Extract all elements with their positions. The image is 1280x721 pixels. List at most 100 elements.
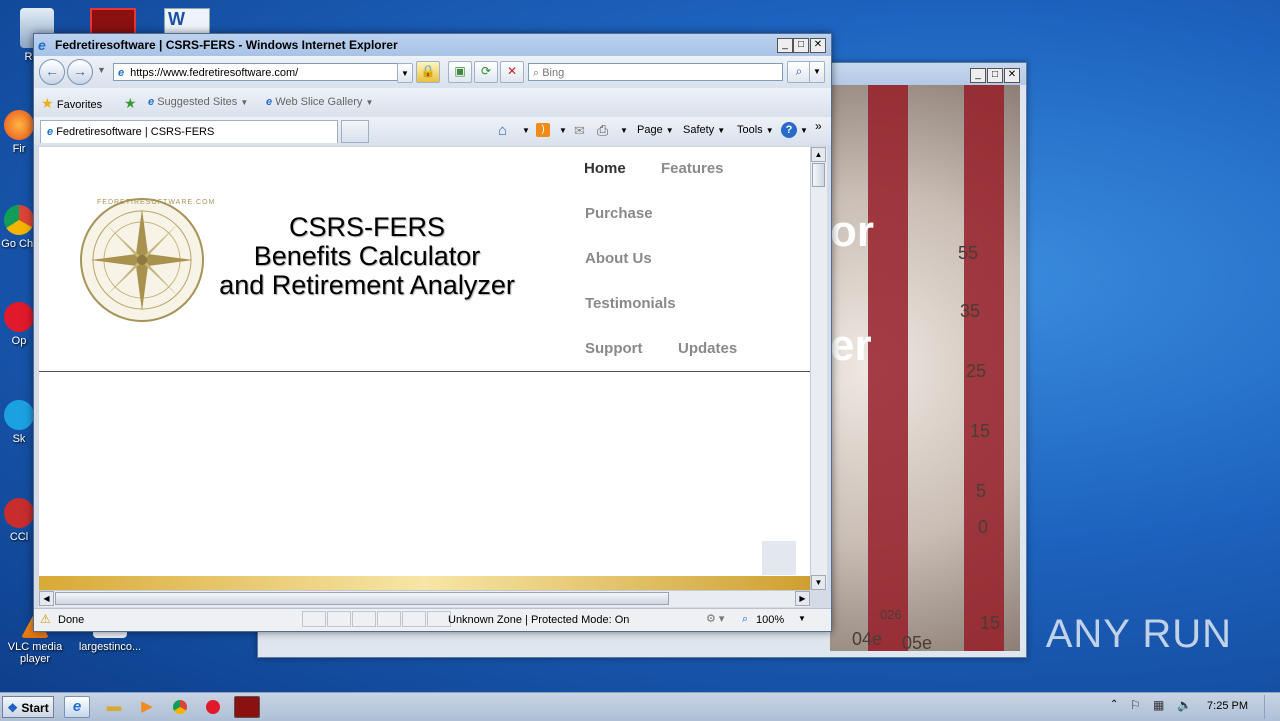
scroll-thumb[interactable] <box>812 163 825 187</box>
scroll-up-button[interactable]: ▲ <box>811 147 826 162</box>
close-button[interactable]: ✕ <box>810 38 826 53</box>
nav-purchase[interactable]: Purchase <box>585 205 653 222</box>
minimize-button[interactable]: _ <box>970 68 986 83</box>
compass-seal-logo <box>80 198 204 322</box>
photo-number: 55 <box>958 243 979 263</box>
show-desktop-button[interactable] <box>1264 695 1279 719</box>
more-commands-icon[interactable]: » <box>815 119 822 133</box>
security-zone: Unknown Zone | Protected Mode: On <box>448 614 630 626</box>
page-icon: e <box>118 67 125 79</box>
page-menu[interactable]: Page ▼ <box>637 124 674 136</box>
site-title: CSRS-FERS Benefits Calculator and Retire… <box>207 213 527 300</box>
photo-text: er <box>830 321 872 370</box>
warning-icon: ⚠ <box>40 612 51 626</box>
tab-active[interactable]: e Fedretiresoftware | CSRS-FERS <box>40 120 338 143</box>
add-favorite-icon[interactable]: ★ <box>124 95 137 112</box>
help-dropdown-icon[interactable]: ▼ <box>800 126 808 135</box>
suggested-sites-button[interactable]: e Suggested Sites ▼ <box>148 96 248 108</box>
address-dropdown-button[interactable]: ▼ <box>397 63 413 83</box>
new-tab-button[interactable] <box>341 120 369 143</box>
back-button[interactable]: ← <box>39 59 65 85</box>
gold-footer-bar <box>39 576 810 590</box>
search-input[interactable]: ⌕ Bing <box>528 63 783 81</box>
clock[interactable]: 7:25 PM <box>1207 700 1248 712</box>
ie-titlebar[interactable]: e Fedretiresoftware | CSRS-FERS - Window… <box>34 34 831 56</box>
print-icon[interactable]: ⎙ <box>597 122 608 139</box>
taskbar-media-player-icon[interactable]: ▶ <box>134 696 160 718</box>
address-text: https://www.fedretiresoftware.com/ <box>130 67 299 79</box>
background-photo: or er 55 35 25 15 5 0 15 04e 05e 026 <box>830 85 1020 651</box>
zoom-icon: ⌕ <box>742 613 749 625</box>
action-center-icon[interactable]: ⚐ <box>1130 698 1141 712</box>
desktop-icon-label: largestinco... <box>78 641 142 653</box>
feeds-dropdown-icon[interactable]: ▼ <box>559 126 567 135</box>
protected-mode-icon[interactable]: ⚙ ▾ <box>706 612 724 625</box>
search-options-button[interactable]: ▼ <box>809 61 825 83</box>
history-dropdown-icon[interactable]: ▼ <box>97 65 106 75</box>
home-icon[interactable]: ⌂ <box>498 122 507 139</box>
rss-feed-icon[interactable]: ) <box>536 123 550 137</box>
taskbar-explorer-icon[interactable]: ▬ <box>101 696 127 718</box>
taskbar-chrome-icon[interactable] <box>167 696 193 718</box>
maximize-button[interactable]: □ <box>793 38 809 53</box>
seal-text: FEDRETIRESOFTWARE.COM <box>97 199 216 206</box>
show-hidden-icons[interactable]: ⌃ <box>1110 699 1118 710</box>
desktop-icon-label: Sk <box>12 433 26 445</box>
zoom-level[interactable]: 100% <box>756 614 784 626</box>
volume-icon[interactable]: 🔈 <box>1177 698 1192 712</box>
ccleaner-icon <box>4 498 34 528</box>
header-divider <box>39 371 810 372</box>
forward-button[interactable]: → <box>67 59 93 85</box>
photo-number: 0 <box>978 517 989 537</box>
scroll-down-button[interactable]: ▼ <box>811 575 826 590</box>
scroll-right-button[interactable]: ▶ <box>795 591 810 606</box>
address-toolbar: ← → ▼ e https://www.fedretiresoftware.com… <box>34 56 831 88</box>
horizontal-scroll-thumb[interactable] <box>55 592 669 605</box>
maximize-button[interactable]: □ <box>987 68 1003 83</box>
taskbar-pdf-icon[interactable] <box>234 696 260 718</box>
ie-logo-icon: e <box>38 37 46 53</box>
nav-updates[interactable]: Updates <box>678 340 737 357</box>
photo-number: 15 <box>970 421 991 441</box>
status-bar: ⚠ Done Unknown Zone | Protected Mode: On… <box>34 608 831 631</box>
ie-page-icon: e <box>47 126 54 138</box>
photo-number: 04e <box>852 629 883 649</box>
window-title: Fedretiresoftware | CSRS-FERS - Windows … <box>55 38 398 52</box>
start-button[interactable]: ❖ Start <box>2 696 54 718</box>
safety-menu-label: Safety <box>683 124 715 136</box>
safety-menu[interactable]: Safety ▼ <box>683 124 725 136</box>
web-slice-gallery-button[interactable]: e Web Slice Gallery ▼ <box>266 96 373 108</box>
close-button[interactable]: ✕ <box>1004 68 1020 83</box>
favorites-button[interactable]: ★ Favorites <box>41 95 102 112</box>
compatibility-view-icon[interactable]: ▣ <box>448 61 472 83</box>
nav-about-us[interactable]: About Us <box>585 250 652 267</box>
ie-window[interactable]: e Fedretiresoftware | CSRS-FERS - Window… <box>33 33 832 632</box>
nav-testimonials[interactable]: Testimonials <box>585 295 676 312</box>
vertical-scrollbar[interactable]: ▲ ▼ <box>810 147 827 590</box>
ie-page-icon: e <box>148 96 155 108</box>
mail-icon[interactable]: ✉ <box>574 123 585 139</box>
nav-home[interactable]: Home <box>584 160 626 177</box>
scroll-left-button[interactable]: ◀ <box>39 591 54 606</box>
taskbar-ie-icon[interactable]: e <box>64 696 90 718</box>
help-icon[interactable]: ? <box>781 122 797 138</box>
nav-features[interactable]: Features <box>661 160 724 177</box>
print-dropdown-icon[interactable]: ▼ <box>620 126 628 135</box>
network-icon[interactable]: ▦ <box>1153 698 1164 712</box>
horizontal-scrollbar[interactable]: ◀ ▶ <box>39 590 810 607</box>
minimize-button[interactable]: _ <box>777 38 793 53</box>
lock-icon[interactable]: 🔒 <box>416 61 440 83</box>
tools-menu[interactable]: Tools ▼ <box>737 124 774 136</box>
desktop-icon-label: Fir <box>12 143 26 155</box>
home-dropdown-icon[interactable]: ▼ <box>522 126 530 135</box>
refresh-icon[interactable]: ⟳ <box>474 61 498 83</box>
nav-support[interactable]: Support <box>585 340 643 357</box>
taskbar-opera-icon[interactable] <box>200 696 226 718</box>
desktop-icon-label: Op <box>11 335 27 347</box>
opera-icon <box>4 302 34 332</box>
zoom-dropdown-icon[interactable]: ▼ <box>798 614 806 623</box>
search-button[interactable]: ⌕ <box>787 61 811 83</box>
scroll-to-top-box[interactable] <box>762 541 796 575</box>
stop-icon[interactable]: ✕ <box>500 61 524 83</box>
address-bar[interactable]: e https://www.fedretiresoftware.com/ <box>113 63 398 81</box>
